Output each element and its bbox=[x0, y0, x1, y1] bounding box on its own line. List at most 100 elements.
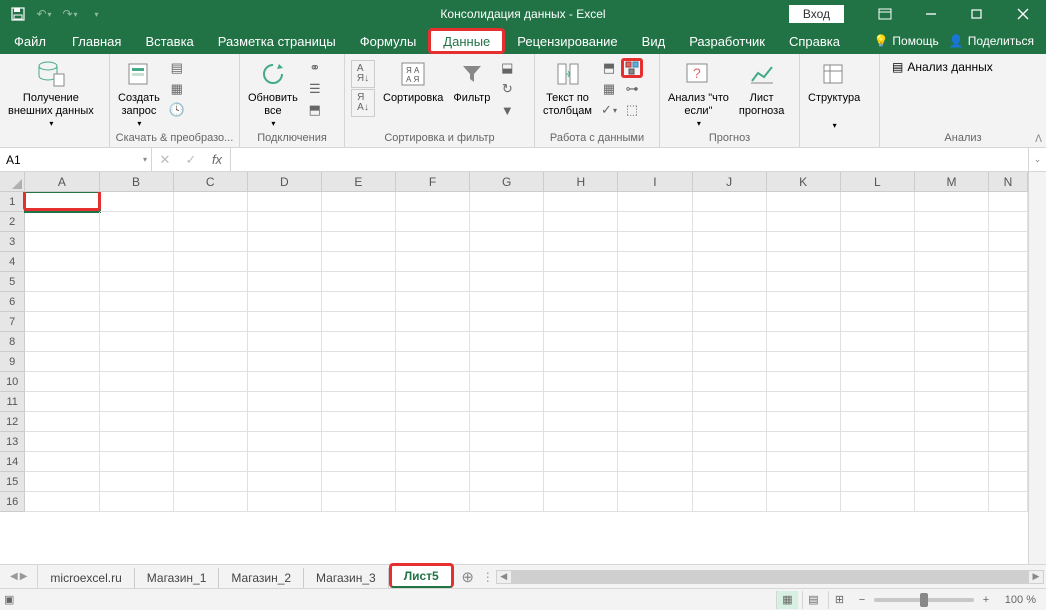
cell[interactable] bbox=[396, 372, 470, 392]
tab-formulas[interactable]: Формулы bbox=[348, 28, 429, 54]
cell[interactable] bbox=[841, 332, 915, 352]
cell[interactable] bbox=[841, 192, 915, 212]
col-header[interactable]: H bbox=[544, 172, 618, 191]
cell[interactable] bbox=[693, 472, 767, 492]
from-table-button[interactable]: ▦ bbox=[166, 79, 188, 99]
ribbon-options-button[interactable] bbox=[862, 0, 908, 28]
cell[interactable] bbox=[174, 312, 248, 332]
tab-review[interactable]: Рецензирование bbox=[505, 28, 629, 54]
cell[interactable] bbox=[693, 212, 767, 232]
cell[interactable] bbox=[618, 292, 692, 312]
sort-asc-button[interactable]: АЯ↓ bbox=[351, 60, 375, 88]
cell[interactable] bbox=[841, 292, 915, 312]
cell[interactable] bbox=[25, 372, 99, 392]
cell[interactable] bbox=[248, 312, 322, 332]
cell[interactable] bbox=[618, 392, 692, 412]
cell[interactable] bbox=[841, 492, 915, 512]
cell[interactable] bbox=[396, 292, 470, 312]
cell[interactable] bbox=[841, 312, 915, 332]
row-header[interactable]: 9 bbox=[0, 352, 25, 372]
cell[interactable] bbox=[989, 432, 1028, 452]
cell[interactable] bbox=[989, 372, 1028, 392]
whatif-button[interactable]: ? Анализ "что если"▾ bbox=[664, 56, 733, 130]
cell[interactable] bbox=[841, 212, 915, 232]
cell[interactable] bbox=[841, 472, 915, 492]
data-analysis-button[interactable]: ▤ Анализ данных bbox=[892, 60, 993, 74]
cell[interactable] bbox=[322, 292, 396, 312]
cell[interactable] bbox=[915, 332, 989, 352]
cell[interactable] bbox=[841, 272, 915, 292]
edit-links-button[interactable]: ⬒ bbox=[304, 100, 326, 120]
row-header[interactable]: 10 bbox=[0, 372, 25, 392]
cell[interactable] bbox=[25, 392, 99, 412]
cell[interactable] bbox=[693, 372, 767, 392]
cell[interactable] bbox=[989, 412, 1028, 432]
col-header[interactable]: F bbox=[396, 172, 470, 191]
cell[interactable] bbox=[915, 252, 989, 272]
cell[interactable] bbox=[322, 372, 396, 392]
cell[interactable] bbox=[767, 192, 841, 212]
cell[interactable] bbox=[100, 232, 174, 252]
tab-layout[interactable]: Разметка страницы bbox=[206, 28, 348, 54]
sheet-tab[interactable]: Магазин_2 bbox=[219, 568, 304, 588]
tab-file[interactable]: Файл bbox=[0, 28, 60, 54]
cell[interactable] bbox=[396, 192, 470, 212]
row-header[interactable]: 2 bbox=[0, 212, 25, 232]
cell[interactable] bbox=[767, 452, 841, 472]
cell[interactable] bbox=[25, 432, 99, 452]
cell[interactable] bbox=[915, 492, 989, 512]
cell[interactable] bbox=[915, 432, 989, 452]
reapply-button[interactable]: ↻ bbox=[496, 79, 518, 99]
forecast-sheet-button[interactable]: Лист прогноза bbox=[735, 56, 788, 119]
tab-view[interactable]: Вид bbox=[630, 28, 678, 54]
minimize-button[interactable] bbox=[908, 0, 954, 28]
cell[interactable] bbox=[618, 492, 692, 512]
cell[interactable] bbox=[767, 492, 841, 512]
cell[interactable] bbox=[767, 472, 841, 492]
cell[interactable] bbox=[989, 312, 1028, 332]
cell[interactable] bbox=[25, 292, 99, 312]
tab-home[interactable]: Главная bbox=[60, 28, 133, 54]
cell[interactable] bbox=[989, 352, 1028, 372]
cell[interactable] bbox=[100, 212, 174, 232]
relationships-button[interactable]: ⊶ bbox=[621, 79, 643, 99]
cell[interactable] bbox=[100, 412, 174, 432]
cell[interactable] bbox=[248, 352, 322, 372]
cell[interactable] bbox=[989, 192, 1028, 212]
cell[interactable] bbox=[915, 312, 989, 332]
cell[interactable] bbox=[544, 472, 618, 492]
name-box[interactable]: A1 ▾ bbox=[0, 148, 152, 171]
cell[interactable] bbox=[989, 472, 1028, 492]
sheet-nav[interactable]: ◀▶ bbox=[0, 565, 38, 588]
cell[interactable] bbox=[396, 432, 470, 452]
cell[interactable] bbox=[396, 212, 470, 232]
cell[interactable] bbox=[396, 332, 470, 352]
cell[interactable] bbox=[470, 312, 544, 332]
cell[interactable] bbox=[248, 412, 322, 432]
cell[interactable] bbox=[470, 372, 544, 392]
cell[interactable] bbox=[470, 292, 544, 312]
cell[interactable] bbox=[248, 432, 322, 452]
cell[interactable] bbox=[989, 492, 1028, 512]
cell[interactable] bbox=[470, 452, 544, 472]
cell[interactable] bbox=[470, 192, 544, 212]
sheet-tab[interactable]: microexcel.ru bbox=[38, 568, 134, 588]
cell[interactable] bbox=[544, 372, 618, 392]
remove-duplicates-button[interactable]: ▦ bbox=[598, 79, 620, 99]
cell[interactable] bbox=[322, 232, 396, 252]
col-header[interactable]: B bbox=[100, 172, 174, 191]
formula-input[interactable] bbox=[231, 148, 1028, 171]
cell[interactable] bbox=[767, 272, 841, 292]
cell[interactable] bbox=[396, 392, 470, 412]
cell[interactable] bbox=[470, 392, 544, 412]
login-button[interactable]: Вход bbox=[789, 5, 844, 23]
cell[interactable] bbox=[470, 432, 544, 452]
cell[interactable] bbox=[322, 472, 396, 492]
cell[interactable] bbox=[248, 252, 322, 272]
cell[interactable] bbox=[396, 232, 470, 252]
cell[interactable] bbox=[174, 412, 248, 432]
row-header[interactable]: 3 bbox=[0, 232, 25, 252]
cell[interactable] bbox=[396, 412, 470, 432]
row-header[interactable]: 1 bbox=[0, 192, 25, 212]
refresh-all-button[interactable]: Обновить все▾ bbox=[244, 56, 302, 130]
